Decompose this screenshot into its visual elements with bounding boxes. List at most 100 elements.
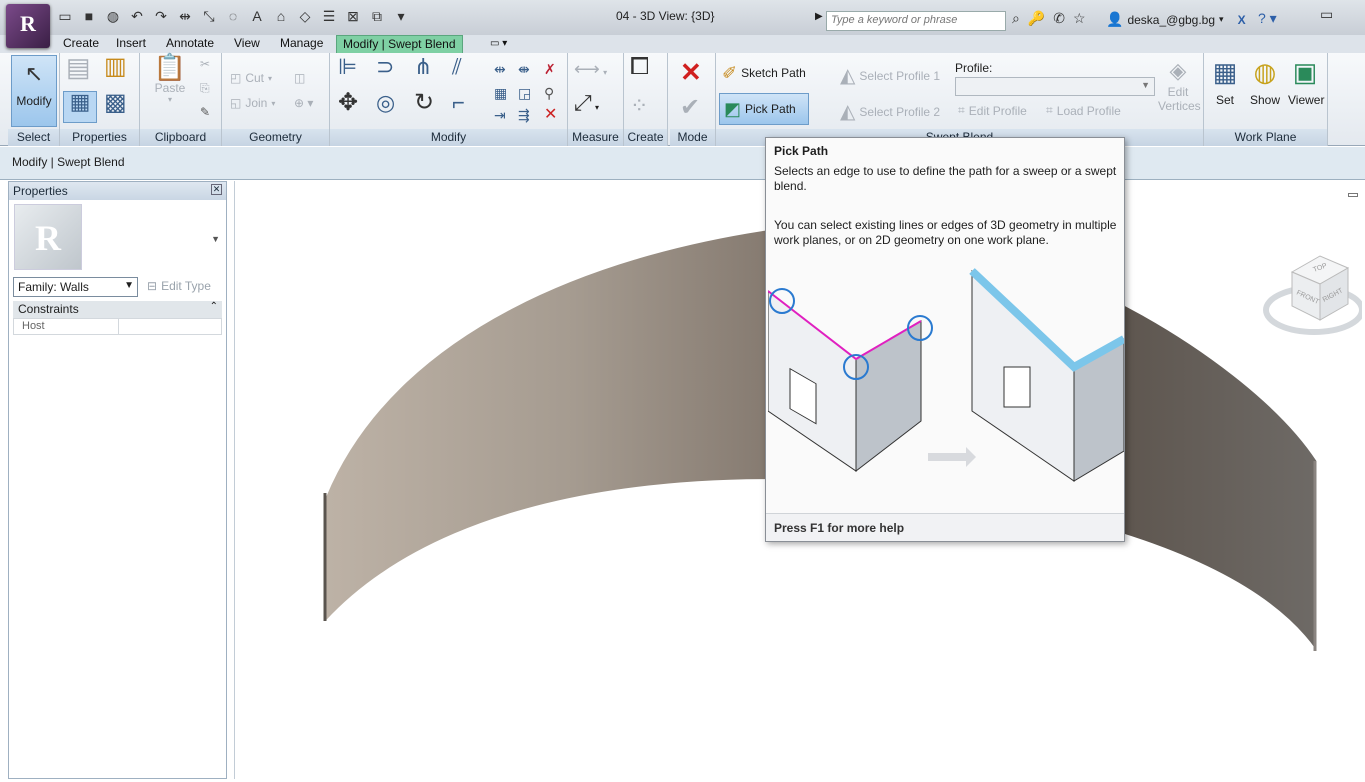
customize-icon[interactable]: ▾	[392, 8, 410, 25]
communication-icon[interactable]: ✆	[1053, 10, 1065, 27]
search-input[interactable]: Type a keyword or phrase	[826, 11, 1006, 31]
align-icon[interactable]: ⊫	[338, 56, 357, 78]
create-similar-icon[interactable]: ⧠	[630, 55, 649, 79]
paste-button[interactable]: 📋 Paste ▾	[152, 54, 188, 104]
copy-icon[interactable]: ⎘	[200, 81, 210, 96]
ribbon-minimize-icon[interactable]: ▭ ▾	[484, 35, 513, 53]
mirror-draw-axis-icon[interactable]: ⫽	[452, 56, 462, 78]
application-menu-button[interactable]: R	[6, 4, 50, 48]
copy-element-icon[interactable]: ◎	[376, 92, 395, 114]
collapse-icon[interactable]: ⌃	[210, 301, 218, 312]
search-expand-icon[interactable]: ▶	[815, 11, 823, 22]
create-group-icon[interactable]: ⁘	[630, 93, 648, 119]
viewport-minimize-icon[interactable]	[1348, 193, 1358, 197]
edit-profile-button[interactable]: ⌗ Edit Profile	[958, 103, 1027, 118]
cancel-mode-icon[interactable]: ✕	[680, 57, 702, 88]
family-category-icon[interactable]: ▥	[104, 55, 127, 79]
tab-create[interactable]: Create	[57, 35, 105, 53]
pick-path-button[interactable]: ◩ Pick Path	[719, 93, 809, 125]
host-row: Host	[13, 318, 222, 335]
show-work-plane-button[interactable]: ◍ Show	[1248, 57, 1282, 107]
select-profile-2-button[interactable]: ◭ Select Profile 2	[840, 99, 940, 124]
switch-windows-icon[interactable]: ⧉	[368, 8, 386, 25]
pick-path-tooltip: Pick Path Selects an edge to use to defi…	[765, 137, 1126, 542]
subscription-icon[interactable]: 🔑	[1028, 10, 1045, 27]
sketch-path-button[interactable]: ✐ Sketch Path	[722, 63, 806, 83]
profile-dropdown[interactable]: ▼	[955, 77, 1155, 96]
tab-manage[interactable]: Manage	[274, 35, 329, 53]
tab-annotate[interactable]: Annotate	[160, 35, 220, 53]
chevron-down-icon: ▼	[124, 280, 134, 291]
split-face-icon[interactable]: ⊕ ▾	[294, 96, 313, 110]
trim-extend-corner-icon[interactable]: ⌐	[452, 92, 465, 114]
panel-swept-blend: ✐ Sketch Path ◩ Pick Path ◭ Select Profile …	[716, 53, 1204, 146]
dimension-icon[interactable]: ⤡	[200, 8, 218, 25]
mirror-pick-axis-icon[interactable]: ⋔	[414, 56, 432, 78]
3d-view-icon[interactable]: ⌂	[272, 8, 290, 25]
pin-icon[interactable]: ⚲	[544, 83, 554, 103]
minimize-icon[interactable]: ▭	[1320, 6, 1333, 23]
load-profile-button[interactable]: ⌗ Load Profile	[1046, 103, 1121, 118]
section-icon[interactable]: ◇	[296, 8, 314, 25]
aligned-dimension-icon[interactable]: ⤢ ▾	[574, 92, 599, 114]
user-sign-in[interactable]: 👤 deska_@gbg.bg ▾ X	[1106, 11, 1246, 28]
thin-lines-icon[interactable]: ☰	[320, 8, 338, 25]
close-icon[interactable]: ✕	[211, 184, 222, 195]
family-select[interactable]: Family: Walls ▼	[13, 277, 138, 297]
tag-icon[interactable]: ◌	[224, 8, 242, 25]
finish-mode-icon[interactable]: ✔	[680, 93, 700, 122]
save-icon[interactable]: ■	[80, 8, 98, 25]
cut-icon[interactable]: ✂	[200, 57, 210, 71]
favorites-icon[interactable]: ☆	[1073, 10, 1086, 27]
tooltip-title: Pick Path	[774, 144, 829, 158]
undo-icon[interactable]: ↶	[128, 8, 146, 25]
work-plane-viewer-button[interactable]: ▣ Viewer	[1288, 57, 1324, 107]
measure-between-icon[interactable]: ⟷ ▾	[574, 59, 607, 80]
type-properties-icon[interactable]: ▤	[66, 54, 91, 80]
set-work-plane-button[interactable]: ▦ Set	[1208, 57, 1242, 107]
close-windows-icon[interactable]: ⊠	[344, 8, 362, 25]
delete-icon[interactable]: ✕	[544, 105, 557, 125]
document-title: 04 - 3D View: {3D}	[616, 9, 715, 23]
move-icon[interactable]: ✥	[338, 91, 358, 115]
join-geometry-button[interactable]: ◱ Join ▾	[230, 96, 275, 110]
trim-extend-multiple-icon[interactable]: ⇶	[518, 105, 530, 125]
tab-view[interactable]: View	[228, 35, 266, 53]
select-profile-1-button[interactable]: ◭ Select Profile 1	[840, 63, 940, 88]
unpin-icon[interactable]: ✗	[544, 59, 556, 79]
viewcube[interactable]: TOP FRONT RIGHT	[1262, 250, 1365, 340]
tab-modify-swept-blend[interactable]: Modify | Swept Blend	[336, 35, 463, 53]
text-icon[interactable]: A	[248, 8, 266, 25]
cut-geometry-button[interactable]: ◰ Cut ▾	[230, 71, 272, 85]
wall-joins-icon[interactable]: ◫	[294, 71, 305, 85]
panel-create: ⧠ ⁘ Create	[624, 53, 668, 146]
panel-label-work-plane: Work Plane	[1204, 129, 1327, 146]
measure-icon[interactable]: ⇹	[176, 8, 194, 25]
scale-icon[interactable]: ◲	[518, 83, 531, 103]
modify-button[interactable]: ↖ Modify	[11, 55, 57, 127]
join-geometry-icon: ◱	[230, 96, 242, 110]
properties-toggle-button[interactable]: ▦	[63, 91, 97, 123]
split-element-icon[interactable]: ⇹	[494, 59, 506, 79]
edit-vertices-button[interactable]: ◈ Edit Vertices	[1158, 57, 1201, 113]
edit-type-button[interactable]: ⊟ Edit Type	[147, 279, 211, 293]
match-properties-icon[interactable]: ✎	[200, 105, 210, 119]
tab-insert[interactable]: Insert	[110, 35, 152, 53]
redo-icon[interactable]: ↷	[152, 8, 170, 25]
infocenter-icons: ⌕ 🔑 ✆ ☆	[1012, 10, 1086, 27]
rotate-icon[interactable]: ↻	[414, 91, 434, 115]
family-types-icon[interactable]: ▩	[104, 91, 127, 115]
array-icon[interactable]: ▦	[494, 83, 507, 103]
chevron-down-icon[interactable]: ▼	[211, 234, 220, 244]
help-icon[interactable]: ? ▾	[1258, 10, 1277, 27]
exchange-icon[interactable]: X	[1238, 13, 1246, 27]
offset-icon[interactable]: ⊃	[376, 56, 394, 78]
type-selector-image[interactable]: R	[14, 204, 82, 270]
open-icon[interactable]: ▭	[56, 8, 74, 25]
sync-icon[interactable]: ◍	[104, 8, 122, 25]
split-with-gap-icon[interactable]: ⇼	[518, 59, 530, 79]
binoculars-icon[interactable]: ⌕	[1012, 10, 1020, 27]
viewer-icon: ▣	[1292, 57, 1318, 87]
trim-extend-single-icon[interactable]: ⇥	[494, 105, 506, 125]
constraints-group[interactable]: Constraints ⌃	[13, 301, 222, 318]
